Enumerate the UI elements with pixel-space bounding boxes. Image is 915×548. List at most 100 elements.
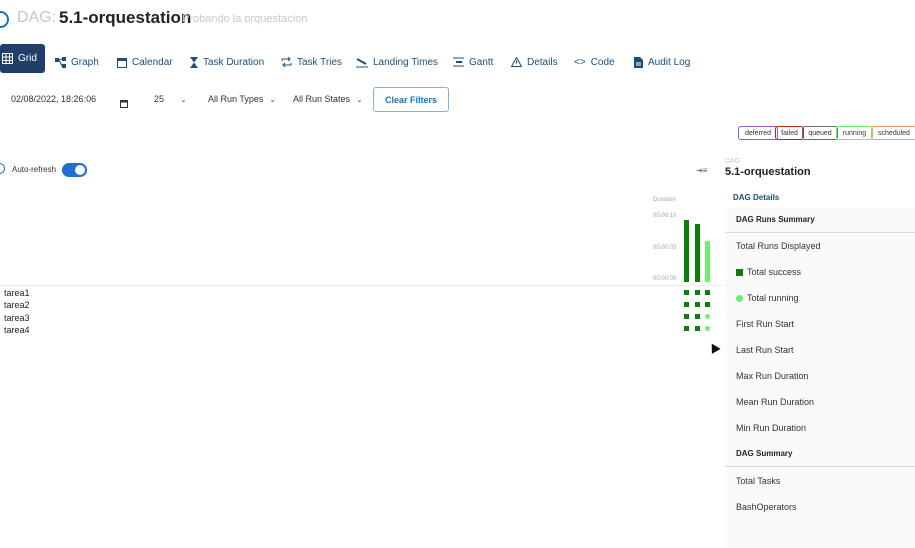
- mouse-cursor: [707, 341, 721, 354]
- run-states-value: All Run States: [293, 94, 351, 104]
- max-run-duration-label: Max Run Duration: [736, 371, 809, 381]
- auto-refresh-toggle[interactable]: [62, 163, 87, 177]
- task-instance-cell[interactable]: [705, 326, 710, 331]
- dag-description: Probando la orquestacion: [182, 13, 308, 25]
- dag-label: DAG:: [17, 9, 57, 26]
- task-instance-cell[interactable]: [695, 302, 700, 307]
- tab-label: Landing Times: [373, 56, 439, 68]
- total-success-label: Total success: [747, 267, 802, 277]
- tab-label: Audit Log: [648, 56, 691, 68]
- tab-landing-times[interactable]: Landing Times: [356, 51, 438, 73]
- auto-refresh-label: Auto-refresh: [12, 165, 57, 174]
- legend-queued[interactable]: queued: [802, 126, 838, 140]
- mean-run-duration-label: Mean Run Duration: [736, 397, 815, 407]
- hourglass-icon: [190, 56, 198, 68]
- grid-divider: [0, 285, 725, 286]
- first-run-start-label: First Run Start: [736, 319, 795, 329]
- duration-bar[interactable]: [684, 219, 689, 282]
- task-name-tarea2[interactable]: tarea2: [4, 300, 30, 310]
- panel-dag-id: 5.1-orquestation: [725, 166, 811, 178]
- tab-code[interactable]: <> Code: [574, 51, 615, 73]
- document-icon: [634, 56, 643, 68]
- legend-scheduled[interactable]: scheduled: [871, 126, 915, 140]
- min-run-duration-label: Min Run Duration: [736, 423, 807, 433]
- calendar-icon: [117, 57, 127, 68]
- tab-label: Grid: [18, 53, 37, 64]
- duration-tick: 00:00:10: [653, 213, 677, 219]
- base-date-value: 02/08/2022, 18:26:06: [11, 94, 97, 104]
- dag-summary-heading: DAG Summary: [736, 449, 793, 458]
- total-tasks-label: Total Tasks: [736, 476, 781, 486]
- tab-grid[interactable]: Grid: [0, 44, 45, 73]
- dag-status-icon: [0, 11, 9, 28]
- duration-bar[interactable]: [705, 241, 710, 282]
- run-types-select[interactable]: All Run Types ⌄: [208, 94, 276, 104]
- running-swatch: [736, 294, 743, 302]
- tab-audit-log[interactable]: Audit Log: [634, 51, 690, 73]
- duration-label: Duration: [653, 197, 676, 203]
- task-instance-cell[interactable]: [684, 326, 689, 331]
- tab-label: Gantt: [469, 56, 494, 68]
- graph-icon: [55, 56, 66, 68]
- run-types-value: All Run Types: [208, 94, 264, 104]
- task-instance-cell[interactable]: [695, 290, 700, 295]
- task-name-tarea1[interactable]: tarea1: [4, 288, 30, 298]
- retry-icon: [281, 57, 292, 67]
- tab-label: Task Tries: [297, 56, 343, 68]
- task-name-tarea4[interactable]: tarea4: [4, 325, 30, 335]
- dag-details-link[interactable]: DAG Details: [733, 193, 779, 202]
- task-name-tarea3[interactable]: tarea3: [4, 313, 30, 323]
- legend-running[interactable]: running: [836, 126, 873, 140]
- code-icon: <>: [574, 56, 586, 68]
- tab-label: Code: [590, 56, 615, 68]
- chevron-down-icon: ⌄: [180, 94, 187, 104]
- tab-task-duration[interactable]: Task Duration: [190, 51, 264, 73]
- task-instance-cell[interactable]: [705, 290, 710, 295]
- task-instance-cell[interactable]: [695, 314, 700, 319]
- total-running-label: Total running: [747, 293, 799, 303]
- run-states-select[interactable]: All Run States ⌄: [293, 94, 363, 104]
- calendar-picker-icon[interactable]: [120, 95, 128, 113]
- task-instance-cell[interactable]: [684, 290, 689, 295]
- chevron-down-icon: ⌄: [269, 94, 277, 104]
- tab-label: Task Duration: [203, 56, 265, 68]
- total-running-row: Total running: [736, 293, 799, 303]
- bash-operators-label: BashOperators: [736, 502, 797, 512]
- toggle-knob: [75, 165, 85, 175]
- chevron-down-icon: ⌄: [356, 94, 363, 104]
- legend-deferred[interactable]: deferred: [738, 126, 778, 140]
- tab-details[interactable]: Details: [511, 51, 558, 73]
- num-runs-value: 25: [154, 94, 165, 104]
- divider: [725, 232, 915, 233]
- task-instance-cell[interactable]: [684, 314, 689, 319]
- duration-tick: 00:00:05: [653, 245, 677, 251]
- task-instance-cell[interactable]: [705, 302, 710, 307]
- task-instance-cell[interactable]: [695, 326, 700, 331]
- base-date-input[interactable]: 02/08/2022, 18:26:06: [11, 94, 96, 104]
- tab-gantt[interactable]: Gantt: [453, 51, 493, 73]
- tab-graph[interactable]: Graph: [55, 51, 99, 73]
- success-swatch: [736, 268, 743, 276]
- runs-summary-heading: DAG Runs Summary: [736, 215, 815, 224]
- total-success-row: Total success: [736, 267, 801, 277]
- legend-failed[interactable]: failed: [775, 126, 804, 140]
- gantt-icon: [453, 57, 464, 67]
- tab-label: Details: [527, 56, 558, 68]
- duration-bar[interactable]: [695, 223, 700, 282]
- total-runs-label: Total Runs Displayed: [736, 241, 821, 251]
- last-run-start-label: Last Run Start: [736, 345, 794, 355]
- tab-task-tries[interactable]: Task Tries: [281, 51, 342, 73]
- num-runs-select[interactable]: 25 ⌄: [154, 94, 187, 104]
- collapse-panel-icon[interactable]: ⇥≡: [696, 166, 707, 175]
- warning-icon: [511, 57, 522, 67]
- landing-icon: [356, 57, 368, 67]
- clear-filters-button[interactable]: Clear Filters: [373, 87, 449, 112]
- tab-calendar[interactable]: Calendar: [117, 51, 173, 73]
- task-instance-cell[interactable]: [684, 302, 689, 307]
- tab-label: Calendar: [132, 56, 173, 68]
- refresh-icon: [0, 163, 5, 174]
- tab-label: Graph: [71, 56, 99, 68]
- task-instance-cell[interactable]: [705, 314, 710, 319]
- divider: [725, 466, 915, 467]
- duration-tick: 00:00:00: [653, 276, 677, 282]
